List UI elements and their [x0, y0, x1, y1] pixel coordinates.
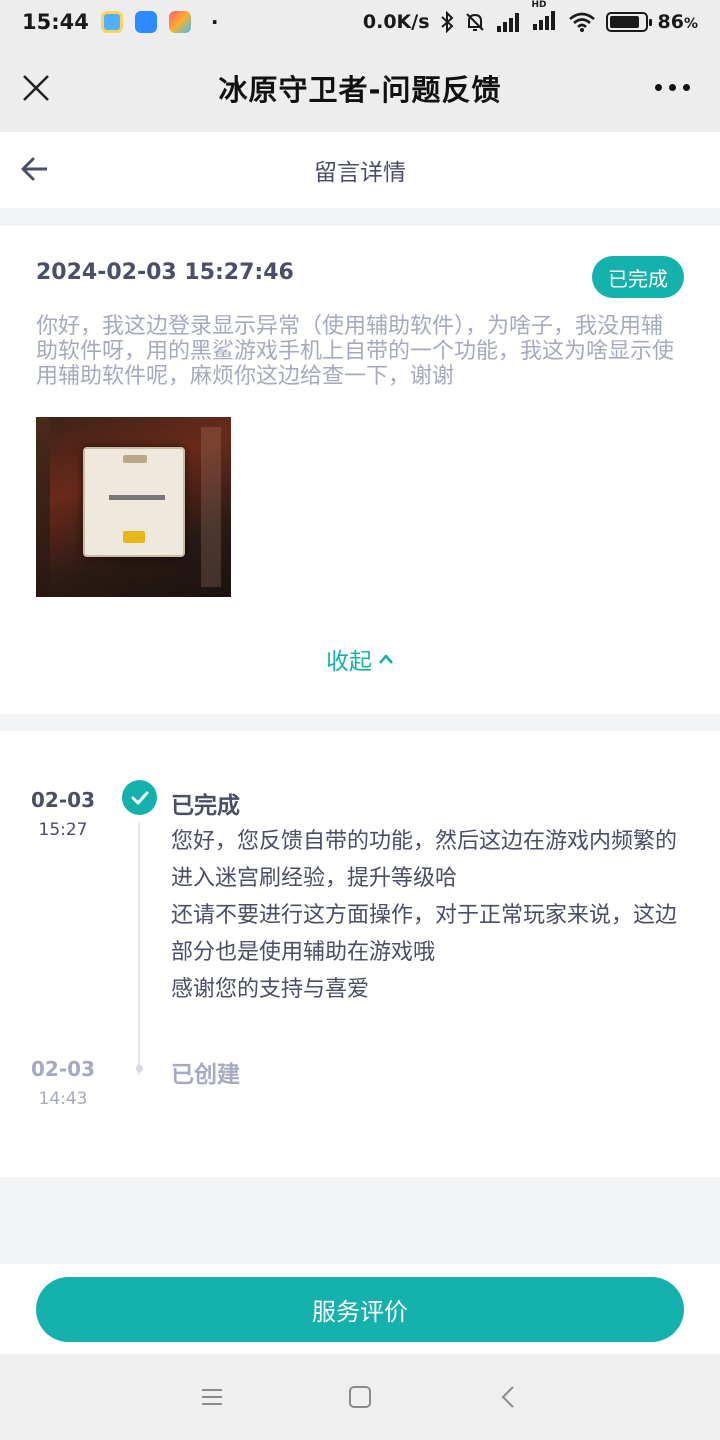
thumbnail-dialog-text — [109, 495, 165, 500]
message-card: 2024-02-03 15:27:46 已完成 你好，我这边登录显示异常（使用辅… — [0, 226, 720, 714]
check-icon — [122, 780, 157, 815]
menu-icon[interactable] — [197, 1382, 227, 1412]
reply-paragraph: 感谢您的支持与喜爱 — [171, 977, 370, 1002]
window-title: 冰原守卫者-问题反馈 — [218, 73, 502, 107]
reply-paragraph: 您好，您反馈自带的功能，然后这边在游戏内频繁的进入迷宫刷经验，提升等级哈 — [171, 829, 678, 891]
timeline-date: 02-03 — [31, 1057, 95, 1081]
page-title: 留言详情 — [314, 160, 406, 186]
home-icon[interactable] — [345, 1382, 375, 1412]
timeline-status-completed: 已完成 — [171, 793, 240, 819]
signal-hd-icon — [532, 10, 555, 30]
thumbnail-right-figure — [201, 427, 221, 587]
thumbnail-dialog — [83, 447, 185, 557]
bluetooth-icon — [440, 11, 453, 33]
thumbnail-dialog-title — [123, 455, 147, 463]
battery-percent: 86% — [657, 11, 698, 33]
reply-paragraph: 还请不要进行这方面操作，对于正常玩家来说，这边部分也是使用辅助在游戏哦 — [171, 903, 678, 965]
message-text: 你好，我这边登录显示异常（使用辅助软件），为啥子，我没用辅助软件呀，用的黑鲨游戏… — [36, 314, 675, 389]
calendar-app-icon — [100, 11, 123, 33]
message-datetime: 2024-02-03 15:27:46 — [36, 260, 294, 285]
timeline-date-completed: 02-03 15:27 — [30, 788, 96, 840]
attachment-thumbnail[interactable] — [36, 417, 231, 597]
status-bar: 15:44 · 0.0K/s HD 86% — [0, 0, 720, 44]
mute-bell-icon — [465, 13, 484, 31]
signal-icon — [496, 13, 519, 32]
nav-back-icon[interactable] — [493, 1382, 523, 1412]
hd-signal: HD — [532, 0, 558, 35]
message-app-icon — [134, 11, 157, 33]
status-time: 15:44 — [22, 10, 89, 34]
status-dot: · — [210, 10, 219, 34]
chevron-up-icon — [379, 654, 393, 664]
hd-label: HD — [531, 0, 547, 10]
back-arrow-icon[interactable] — [20, 154, 50, 184]
thumbnail-left-edge — [36, 417, 50, 597]
play-app-icon — [168, 11, 191, 33]
system-nav-bar — [0, 1354, 720, 1440]
wifi-icon — [568, 12, 595, 32]
timeline-card: 02-03 15:27 已完成 您好，您反馈自带的功能，然后这边在游戏内频繁的进… — [0, 731, 720, 1177]
more-icon[interactable] — [655, 84, 690, 91]
page-header: 留言详情 — [0, 132, 720, 208]
collapse-button[interactable]: 收起 — [0, 642, 720, 676]
collapse-label: 收起 — [326, 649, 372, 675]
timeline-dot — [136, 1065, 143, 1072]
battery-fill — [609, 16, 639, 28]
timeline-time: 14:43 — [38, 1089, 88, 1109]
status-badge: 已完成 — [592, 256, 684, 298]
timeline-line — [138, 823, 140, 1075]
battery-icon — [605, 12, 652, 32]
timeline-date-created: 02-03 14:43 — [30, 1057, 96, 1109]
thumbnail-dialog-button — [123, 531, 145, 543]
timeline-status-created: 已创建 — [171, 1062, 240, 1088]
service-rating-button[interactable]: 服务评价 — [36, 1277, 684, 1342]
close-icon[interactable] — [20, 72, 52, 104]
timeline-date: 02-03 — [31, 788, 95, 812]
title-bar: 冰原守卫者-问题反馈 — [0, 44, 720, 132]
status-right: 0.0K/s HD 86% — [362, 0, 698, 35]
reply-text: 您好，您反馈自带的功能，然后这边在游戏内频繁的进入迷宫刷经验，提升等级哈 还请不… — [171, 823, 691, 1008]
timeline-time: 15:27 — [38, 820, 88, 840]
battery-percent-value: 86 — [657, 11, 684, 33]
net-speed: 0.0K/s — [362, 11, 430, 33]
